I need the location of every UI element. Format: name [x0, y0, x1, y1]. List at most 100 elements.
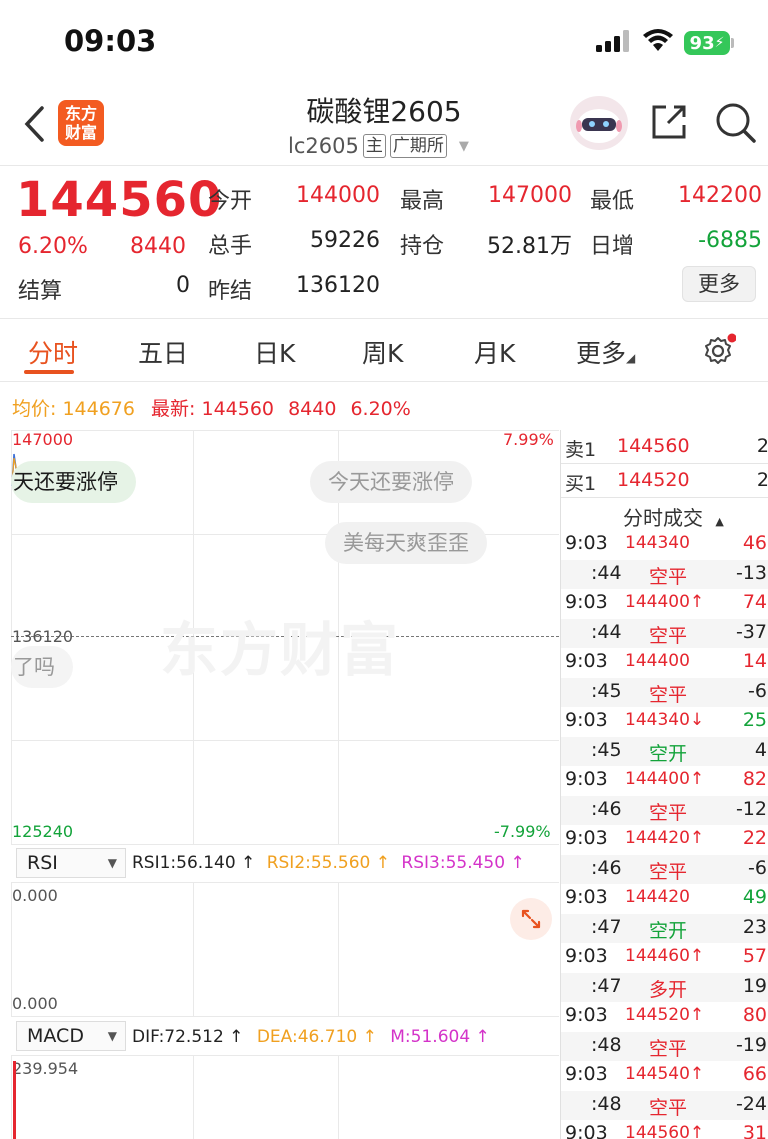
trades-header[interactable]: 分时成交 ▲	[623, 502, 724, 531]
more-quote-button[interactable]: 更多	[682, 266, 756, 302]
trade-time: :46	[591, 856, 622, 879]
daily-increase-label: 日增	[590, 234, 635, 259]
trade-list[interactable]: 9:03 144340 46:44 空平 -13 9:03 144400↑ 74:44 空平 -3…	[561, 530, 768, 1139]
m-value: M:51.604 ↑	[390, 1027, 490, 1047]
trade-price: 144540↑	[625, 1064, 705, 1084]
bid-row: 买1 144520 2	[561, 464, 768, 498]
trade-volume: -6	[748, 679, 767, 702]
macd-values: DIF:72.512 ↑ DEA:46.710 ↑ M:51.604 ↑	[132, 1027, 490, 1047]
trade-row: 9:03 144400↑ 74	[561, 589, 768, 619]
contract-subtitle[interactable]: lc2605 主 广期所 ▼	[288, 134, 469, 158]
search-button[interactable]	[714, 101, 758, 149]
battery-level: 93	[689, 32, 715, 54]
trade-volume: 49	[742, 886, 767, 908]
share-icon	[652, 105, 686, 139]
trade-row: 9:03 144420 49	[561, 884, 768, 914]
tab-more[interactable]: 更多◢	[576, 334, 635, 370]
share-button[interactable]	[650, 101, 690, 145]
rsi2-value: RSI2:55.560 ↑	[266, 853, 390, 873]
bid-label: 买1	[565, 473, 597, 495]
tab-daily-k[interactable]: 日K	[254, 334, 295, 370]
trade-time: 9:03	[565, 1004, 608, 1026]
y-bottom-label: 125240	[12, 822, 74, 841]
trade-detail-row: :47 多开 19	[561, 972, 768, 1002]
trade-volume: 19	[742, 974, 767, 997]
rsi-bottom-value: 0.000	[12, 994, 58, 1013]
grid-line	[193, 882, 194, 1016]
trade-volume: 14	[742, 650, 767, 672]
macd-selector-label: MACD	[27, 1025, 84, 1047]
trade-time: 9:03	[565, 650, 608, 672]
last-price: 144560	[16, 172, 223, 228]
chart-settings-button[interactable]	[702, 333, 737, 371]
danmaku-text: 今天还要涨停	[328, 470, 454, 494]
trade-row: 9:03 144420↑ 22	[561, 825, 768, 855]
trade-row: 9:03 144540↑ 66	[561, 1061, 768, 1091]
settle-value: 0	[176, 273, 190, 298]
daily-increase-value: -6885	[698, 228, 762, 253]
rsi-chart[interactable]: 0.000 0.000	[0, 882, 560, 1018]
tab-more-label: 更多	[576, 339, 627, 368]
trade-type: 空平	[649, 1037, 688, 1060]
rsi-selector[interactable]: RSI ▼	[16, 848, 126, 878]
expand-icon	[521, 909, 541, 929]
trade-price: 144400↑	[625, 592, 705, 612]
bid-price: 144520	[617, 469, 690, 491]
tab-weekly-k[interactable]: 周K	[362, 334, 403, 370]
trade-time: 9:03	[565, 768, 608, 790]
trade-row: 9:03 144520↑ 80	[561, 1002, 768, 1032]
trade-volume: -13	[735, 561, 767, 584]
trade-volume: 74	[742, 591, 767, 613]
danmaku-bubble: 天还要涨停	[11, 461, 136, 503]
bid-volume: 2	[756, 469, 768, 491]
volume-label: 总手	[208, 234, 253, 259]
trade-time: :46	[591, 797, 622, 820]
trade-price: 144460↑	[625, 946, 705, 966]
grid-line	[11, 430, 559, 431]
danmaku-bubble: 美每天爽歪歪	[325, 522, 487, 564]
grid-line	[11, 740, 559, 741]
trade-time: :44	[591, 561, 622, 584]
grid-line	[193, 1055, 194, 1139]
tab-monthly-k[interactable]: 月K	[474, 334, 515, 370]
trade-time: 9:03	[565, 1122, 608, 1139]
expand-button[interactable]	[510, 898, 552, 940]
dea-value: DEA:46.710 ↑	[256, 1027, 377, 1047]
volume-value: 59226	[310, 228, 380, 253]
macd-chart[interactable]: 239.954	[0, 1055, 560, 1139]
grid-line	[11, 1016, 559, 1017]
gear-icon	[705, 333, 737, 364]
trade-price: 144520↑	[625, 1005, 705, 1025]
tab-intraday[interactable]: 分时	[28, 334, 78, 370]
rsi3-value: RSI3:55.450 ↑	[401, 853, 525, 873]
trade-price: 144400↑	[625, 769, 705, 789]
trade-volume: 82	[742, 768, 767, 790]
open-label: 今开	[208, 189, 253, 214]
trade-type: 空开	[649, 919, 688, 942]
trade-volume: 66	[742, 1063, 767, 1085]
status-time: 09:03	[64, 24, 157, 58]
trade-time: :45	[591, 679, 622, 702]
grid-line	[11, 882, 559, 883]
trade-volume: 22	[742, 827, 767, 849]
trade-price: 144420↑	[625, 828, 705, 848]
trade-detail-row: :44 空平 -37	[561, 618, 768, 648]
dropdown-caret-icon: ▼	[107, 1029, 117, 1043]
macd-bar	[13, 1061, 16, 1139]
battery-icon: 93 ⚡	[684, 31, 730, 55]
trade-volume: 25	[742, 709, 767, 731]
battery-cap	[731, 38, 734, 48]
assistant-avatar[interactable]	[570, 96, 628, 150]
latest-label: 最新:	[151, 398, 196, 420]
contract-code: lc2605	[288, 134, 359, 158]
intraday-chart[interactable]: 东方财富 147000 7.99% 136120 125240 -7.99% 天…	[0, 428, 560, 846]
dif-value: DIF:72.512 ↑	[132, 1027, 244, 1047]
high-value: 147000	[488, 183, 572, 208]
tab-five-day[interactable]: 五日	[138, 334, 188, 370]
trade-detail-row: :44 空平 -13	[561, 559, 768, 589]
caret-icon: ◢	[626, 351, 636, 365]
macd-selector[interactable]: MACD ▼	[16, 1021, 126, 1051]
trade-detail-row: :48 空平 -24	[561, 1090, 768, 1120]
trade-panel[interactable]: 卖1 144560 2 买1 144520 2 分时成交 ▲ 9:03 14434…	[560, 430, 768, 1139]
trade-detail-row: :48 空平 -19	[561, 1031, 768, 1061]
